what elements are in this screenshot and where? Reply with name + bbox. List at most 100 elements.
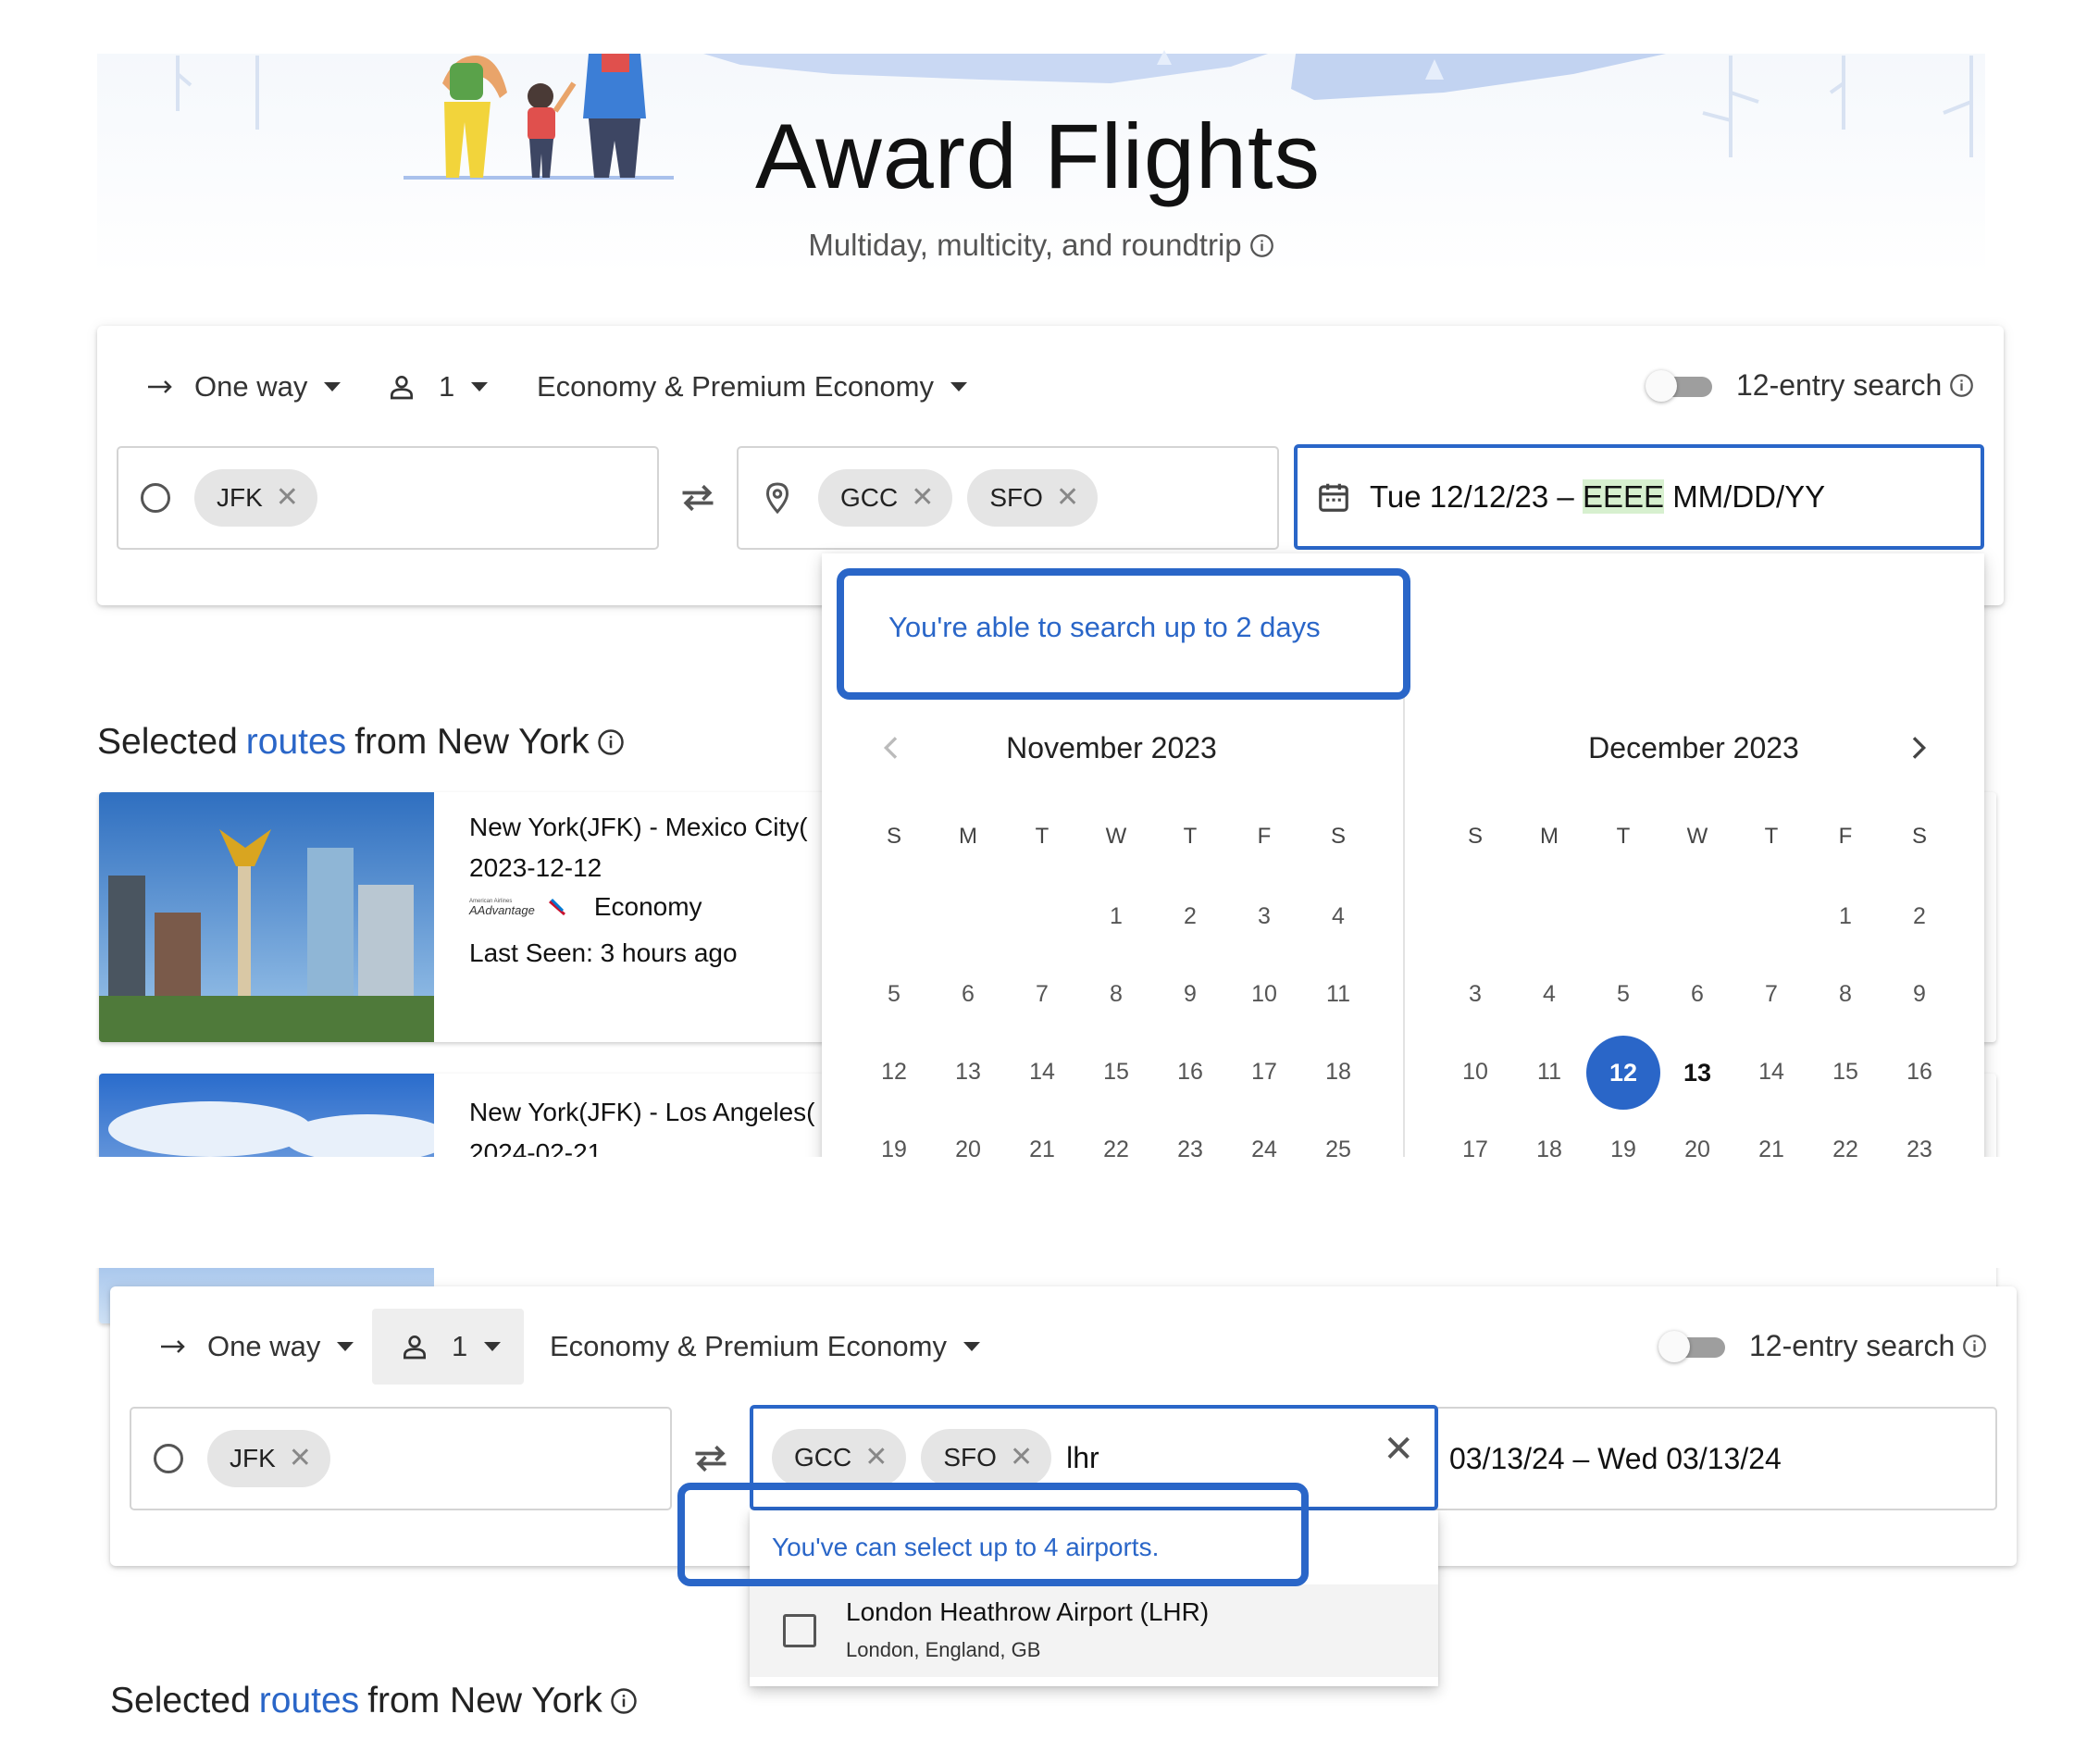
routes-link[interactable]: routes (259, 1681, 359, 1721)
month-title: November 2023 (1006, 731, 1217, 764)
airport-option-detail: London, England, GB (846, 1638, 1041, 1661)
calendar-day[interactable]: 3 (1236, 903, 1292, 930)
route-program-row: American Airlines AAdvantage Economy (469, 892, 702, 922)
airline-logo-icon (548, 898, 565, 916)
calendar-day[interactable]: 8 (1818, 981, 1873, 1008)
destination-chip[interactable]: GCC ✕ (772, 1429, 907, 1486)
calendar-day[interactable]: 6 (1670, 981, 1725, 1008)
passenger-select[interactable]: 1 (400, 1319, 502, 1374)
trip-type-select[interactable]: One way (159, 1319, 354, 1374)
calendar-day[interactable]: 9 (1892, 981, 1947, 1008)
calendar-day[interactable]: 14 (1014, 1059, 1070, 1086)
origin-chip[interactable]: JFK ✕ (207, 1430, 330, 1487)
weekday-label: T (1764, 824, 1779, 849)
calendar-day[interactable]: 2 (1892, 903, 1947, 930)
heading-suffix: from New York (367, 1681, 602, 1721)
destination-search-input[interactable]: lhr (1066, 1441, 1099, 1475)
info-icon[interactable] (1949, 373, 1974, 398)
date-input-value[interactable]: Tue 12/12/23 – EEEE MM/DD/YY (1370, 479, 1825, 515)
info-icon[interactable] (610, 1687, 638, 1715)
swap-icon[interactable] (677, 478, 718, 518)
entry-search-toggle[interactable] (1658, 1331, 1725, 1362)
calendar-day[interactable]: 11 (1521, 1059, 1577, 1086)
page-subtitle: Multiday, multicity, and roundtrip (0, 228, 2099, 263)
airport-option[interactable]: London Heathrow Airport (LHR) London, En… (750, 1584, 1438, 1677)
chevron-right-icon[interactable] (1903, 733, 1932, 763)
destination-chip[interactable]: SFO ✕ (921, 1429, 1052, 1486)
calendar-day[interactable]: 15 (1088, 1059, 1144, 1086)
calendar-day[interactable]: 9 (1162, 981, 1218, 1008)
trip-type-label: One way (207, 1330, 321, 1362)
calendar-day[interactable]: 10 (1236, 981, 1292, 1008)
calendar-day[interactable]: 11 (1310, 981, 1366, 1008)
calendar-day[interactable]: 1 (1818, 903, 1873, 930)
destination-chip[interactable]: GCC ✕ (818, 469, 953, 527)
calendar-day[interactable]: 14 (1744, 1059, 1799, 1086)
origin-chip[interactable]: JFK ✕ (194, 469, 317, 527)
calendar-day[interactable]: 16 (1892, 1059, 1947, 1086)
weekday-label: T (1035, 824, 1050, 849)
calendar-day[interactable]: 15 (1818, 1059, 1873, 1086)
calendar-day[interactable]: 6 (940, 981, 996, 1008)
origin-field[interactable]: JFK ✕ (130, 1407, 672, 1510)
info-icon[interactable] (1249, 233, 1274, 258)
person-icon (391, 376, 413, 400)
weekday-label: S (1467, 824, 1483, 849)
clear-icon[interactable]: ✕ (1383, 1431, 1414, 1468)
close-icon[interactable]: ✕ (289, 1445, 312, 1472)
calendar-day[interactable]: 5 (866, 981, 922, 1008)
calendar-day[interactable]: 7 (1744, 981, 1799, 1008)
routes-link[interactable]: routes (246, 722, 346, 763)
date-input-value[interactable]: 03/13/24 – Wed 03/13/24 (1449, 1442, 1782, 1476)
weekday-label: M (1540, 824, 1559, 849)
info-icon[interactable] (597, 728, 625, 756)
close-icon[interactable]: ✕ (864, 1444, 888, 1472)
weekday-label: F (1257, 824, 1272, 849)
calendar-day[interactable]: 12 (866, 1059, 922, 1086)
cabin-label: Economy & Premium Economy (550, 1330, 947, 1362)
calendar-day[interactable]: 17 (1236, 1059, 1292, 1086)
info-icon[interactable] (1962, 1334, 1987, 1359)
origin-field[interactable]: JFK ✕ (117, 446, 659, 550)
trip-type-select[interactable]: One way (146, 359, 342, 415)
entry-search-label-text: 12-entry search (1736, 368, 1943, 402)
close-icon[interactable]: ✕ (1056, 484, 1079, 512)
calendar-day[interactable]: 16 (1162, 1059, 1218, 1086)
calendar-day[interactable]: 8 (1088, 981, 1144, 1008)
month-title: December 2023 (1588, 731, 1799, 764)
calendar-day[interactable]: 7 (1014, 981, 1070, 1008)
heading-suffix: from New York (354, 722, 590, 762)
checkbox-icon[interactable] (783, 1614, 816, 1647)
calendar-day[interactable]: 18 (1310, 1059, 1366, 1086)
chevron-left-icon[interactable] (877, 733, 907, 763)
calendar-day-selected[interactable]: 12 (1596, 1059, 1651, 1087)
cabin-select[interactable]: Economy & Premium Economy (537, 359, 967, 415)
cabin-label: Economy & Premium Economy (537, 370, 934, 403)
close-icon[interactable]: ✕ (911, 484, 934, 512)
weekday-label: W (1105, 824, 1127, 849)
close-icon[interactable]: ✕ (276, 484, 299, 512)
route-date: 2023-12-12 (469, 853, 602, 882)
swap-icon[interactable] (690, 1438, 731, 1479)
annotation-box (837, 568, 1410, 700)
calendar-day[interactable]: 5 (1596, 981, 1651, 1008)
calendar-day[interactable]: 3 (1447, 981, 1503, 1008)
date-field[interactable]: Tue 12/12/23 – EEEE MM/DD/YY (1294, 444, 1984, 550)
passenger-select[interactable]: 1 (387, 359, 489, 415)
calendar-day[interactable]: 2 (1162, 903, 1218, 930)
calendar-day[interactable]: 4 (1521, 981, 1577, 1008)
cabin-select[interactable]: Economy & Premium Economy (550, 1319, 980, 1374)
calendar-day[interactable]: 1 (1088, 903, 1144, 930)
entry-search-toggle[interactable] (1646, 370, 1712, 402)
airport-option-name: London Heathrow Airport (LHR) (846, 1597, 1210, 1626)
close-icon[interactable]: ✕ (1010, 1444, 1033, 1472)
calendar-day[interactable]: 4 (1310, 903, 1366, 930)
calendar-day[interactable]: 13 (1670, 1059, 1725, 1087)
destination-chip[interactable]: SFO ✕ (967, 469, 1099, 527)
destination-field[interactable]: GCC ✕ SFO ✕ (737, 446, 1279, 550)
destination-chip-label: GCC (840, 483, 899, 512)
calendar-day[interactable]: 10 (1447, 1059, 1503, 1086)
calendar-divider (1403, 685, 1405, 1201)
date-field[interactable]: 03/13/24 – Wed 03/13/24 (1425, 1407, 1997, 1510)
calendar-day[interactable]: 13 (940, 1059, 996, 1086)
